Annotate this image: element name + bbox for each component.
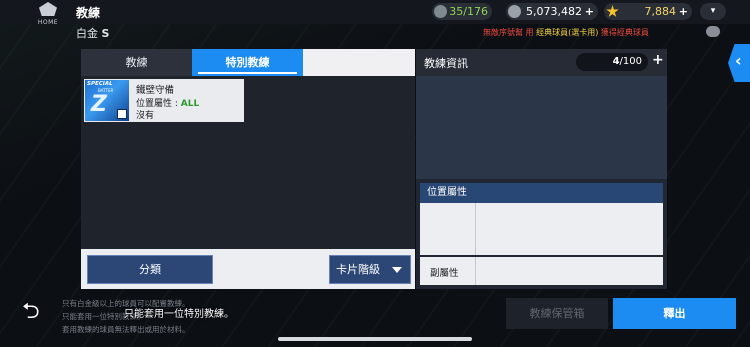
coach-list-panel: 教練 特別教練 SPECIAL BATTER Z 鐵壁守備 位置屬性 : ALL…	[81, 49, 415, 289]
player-count-pill[interactable]: 35/176	[432, 3, 492, 20]
tab-bar: 教練 特別教練	[81, 49, 415, 76]
coach-assignment-status: 沒有	[136, 111, 155, 121]
coach-info-area	[416, 76, 667, 179]
chevron-left-icon: ‹	[735, 51, 742, 70]
expand-capacity-button[interactable]: +	[652, 52, 664, 68]
tab-coach[interactable]: 教練	[81, 49, 192, 76]
coach-card[interactable]: SPECIAL BATTER Z 鐵壁守備 位置屬性 : ALL 沒有	[84, 79, 244, 122]
card-image-title: SPECIAL	[87, 81, 113, 87]
stars-value: 7,884	[644, 5, 677, 18]
home-button[interactable]: HOME	[36, 2, 60, 34]
coach-info-title: 教練資訊	[424, 57, 468, 70]
divider	[475, 257, 476, 285]
marquee-highlight: 經典球員(選卡用)	[536, 28, 599, 37]
coach-info-header: 教練資訊 4/100 +	[416, 49, 667, 76]
home-label: HOME	[37, 19, 59, 26]
coach-capacity: 4/100	[576, 53, 648, 71]
coach-capacity-max: /100	[619, 56, 642, 67]
coin-icon	[508, 5, 521, 18]
marquee-suffix: 獲得經典球員	[600, 28, 649, 37]
coach-name: 鐵壁守備	[136, 85, 175, 96]
marquee-prefix: 無敵序號幫 用	[483, 28, 534, 37]
coach-info-panel: 教練資訊 4/100 + 位置屬性 副屬性	[416, 49, 667, 289]
dropdown-menu-button[interactable]: ▾	[700, 3, 726, 20]
coins-value: 5,073,482	[526, 5, 582, 18]
grade-label: 白金 S	[76, 25, 109, 41]
sort-select[interactable]: 卡片階級	[329, 255, 411, 284]
position-attribute-header: 位置屬性	[420, 183, 663, 203]
home-indicator	[278, 337, 472, 341]
divider	[475, 203, 476, 255]
release-button[interactable]: 釋出	[613, 298, 736, 329]
coach-card-image: SPECIAL BATTER Z	[85, 80, 129, 121]
home-icon	[39, 2, 57, 16]
grade-icon: S	[101, 27, 110, 40]
category-button[interactable]: 分類	[87, 255, 213, 284]
back-icon[interactable]: ⮌	[22, 300, 48, 324]
star-icon	[606, 5, 619, 17]
tab-special-coach-label: 特別教練	[225, 56, 270, 69]
sort-select-label: 卡片階級	[336, 263, 380, 276]
coach-vault-button[interactable]: 教練保管箱	[506, 298, 608, 329]
player-icon	[434, 5, 447, 18]
stars-pill[interactable]: 7,884 +	[604, 3, 692, 20]
footer-note-3: 套用教練的球員無法釋出或用於材料。	[62, 325, 190, 334]
active-tab-underline	[198, 72, 297, 74]
announcement-marquee: 無敵序號幫 用 經典球員(選卡用) 獲得經典球員	[483, 27, 649, 38]
sub-attribute-box: 副屬性	[420, 257, 663, 285]
card-badge-icon	[117, 109, 127, 119]
coins-pill[interactable]: 5,073,482 +	[506, 3, 598, 20]
page-title: 教練	[76, 6, 101, 20]
tab-special-coach[interactable]: 特別教練	[192, 49, 303, 76]
chat-icon[interactable]	[706, 26, 720, 37]
position-attribute-box	[420, 203, 663, 255]
coach-capacity-current: 4	[612, 56, 620, 67]
add-coins-icon[interactable]: +	[585, 3, 594, 20]
toast-message: 只能套用一位特別教練。	[124, 309, 234, 320]
position-value: ALL	[180, 99, 200, 109]
player-count-value: 35/176	[449, 5, 488, 18]
chevron-down-icon	[392, 267, 402, 273]
filter-bar: 分類 卡片階級	[81, 249, 415, 289]
card-emblem-icon: Z	[91, 92, 107, 117]
sub-attribute-label: 副屬性	[430, 268, 459, 279]
add-stars-icon[interactable]: +	[679, 3, 688, 20]
grade-text: 白金	[76, 27, 98, 40]
